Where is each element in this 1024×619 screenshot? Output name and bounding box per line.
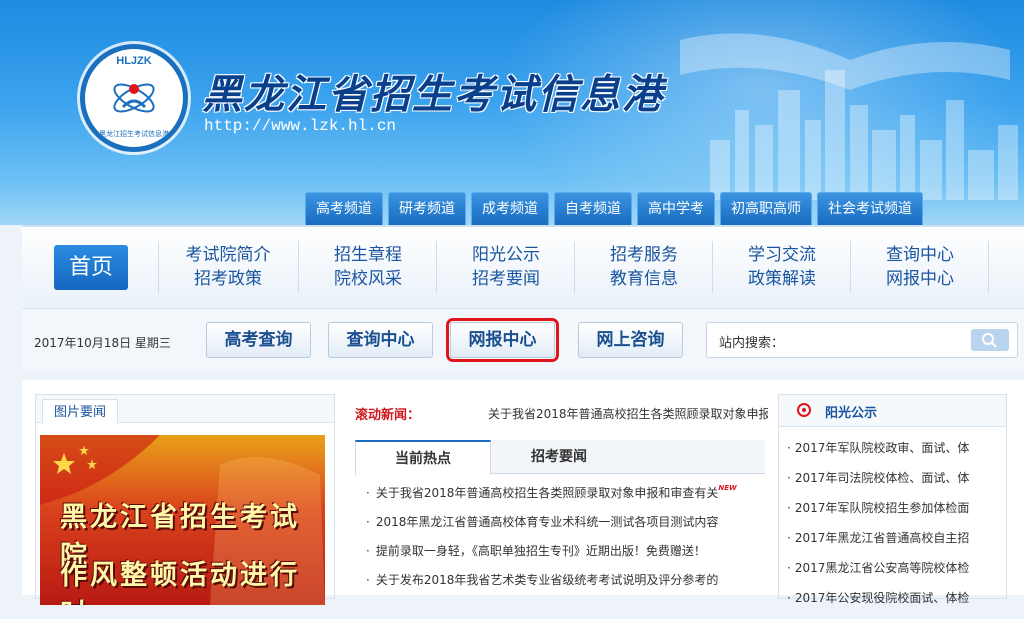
new-badge: NEW bbox=[718, 484, 737, 492]
tab-admission-news[interactable]: 招考要闻 bbox=[491, 440, 627, 474]
news-title[interactable]: 关于发布2018年我省艺术类专业省级统考考试说明及评分参考的 bbox=[376, 573, 719, 587]
main-nav: 首页 考试院简介 招考政策 招生章程 院校风采 阳光公示 招考要闻 招考服务 教… bbox=[22, 225, 1024, 307]
news-title[interactable]: 2018年黑龙江省普通高校体育专业术科统一测试各项目测试内容 bbox=[376, 515, 719, 529]
news-panel: 滚动新闻： 关于我省2018年普通高校招生各类照顾录取对象申报 当前热点 招考要… bbox=[352, 394, 772, 599]
scroll-news-label: 滚动新闻： bbox=[355, 408, 421, 423]
site-logo[interactable]: HLJZK 黑龙江招生考试信息港 bbox=[80, 44, 188, 152]
online-consult-button[interactable]: 网上咨询 bbox=[578, 322, 683, 358]
list-item[interactable]: 2017年司法院校体检、面试、体 bbox=[787, 469, 1002, 499]
nav-link-education[interactable]: 教育信息 bbox=[584, 267, 704, 291]
search-button[interactable] bbox=[971, 329, 1009, 351]
nav-link-news[interactable]: 招考要闻 bbox=[446, 267, 566, 291]
nav-divider bbox=[436, 241, 437, 293]
list-item[interactable]: 关于发布2018年我省艺术类专业省级统考考试说明及评分参考的 bbox=[366, 571, 766, 600]
site-title: 黑龙江省招生考试信息港 bbox=[202, 71, 664, 118]
main-content: 图片要闻 黑龙江省招生考试院 作风整顿活动进行时 滚动新闻： 关于我省2018年… bbox=[22, 380, 1024, 605]
photo-news-panel: 图片要闻 黑龙江省招生考试院 作风整顿活动进行时 bbox=[35, 394, 335, 605]
scroll-news-text[interactable]: 关于我省2018年普通高校招生各类照顾录取对象申报 bbox=[488, 405, 768, 422]
nav-group-5: 学习交流 政策解读 bbox=[722, 243, 842, 291]
nav-group-6: 查询中心 网报中心 bbox=[860, 243, 980, 291]
channel-tab-xuekao[interactable]: 高中学考 bbox=[637, 192, 715, 225]
current-date: 2017年10月18日 星期三 bbox=[34, 336, 171, 350]
hot-news-list: 关于我省2018年普通高校招生各类照顾录取对象申报和审查有关NEW 2018年黑… bbox=[366, 484, 766, 600]
logo-abbrev: HLJZK bbox=[116, 55, 152, 67]
search-input[interactable] bbox=[791, 328, 961, 352]
nav-link-intro[interactable]: 考试院简介 bbox=[168, 243, 288, 267]
list-item[interactable]: 2017年公安现役院校面试、体检 bbox=[787, 589, 1002, 619]
query-center-button[interactable]: 查询中心 bbox=[328, 322, 433, 358]
nav-divider bbox=[850, 241, 851, 293]
nav-link-schools[interactable]: 院校风采 bbox=[308, 267, 428, 291]
nav-divider bbox=[988, 241, 989, 293]
nav-link-interpret[interactable]: 政策解读 bbox=[722, 267, 842, 291]
nav-link-query[interactable]: 查询中心 bbox=[860, 243, 980, 267]
nav-link-policy[interactable]: 招考政策 bbox=[168, 267, 288, 291]
nav-link-register[interactable]: 网报中心 bbox=[860, 267, 980, 291]
panel-title[interactable]: 阳光公示 bbox=[825, 402, 877, 421]
poster-line-2: 作风整顿活动进行时 bbox=[60, 560, 300, 605]
channel-tab-zikao[interactable]: 自考频道 bbox=[554, 192, 632, 225]
nav-group-4: 招考服务 教育信息 bbox=[584, 243, 704, 291]
channel-tabs: 高考频道 研考频道 成考频道 自考频道 高中学考 初高职高师 社会考试频道 bbox=[305, 192, 923, 225]
news-tabs: 当前热点 招考要闻 bbox=[355, 440, 765, 475]
logo-emblem-icon bbox=[113, 83, 155, 113]
nav-link-charter[interactable]: 招生章程 bbox=[308, 243, 428, 267]
nav-link-exchange[interactable]: 学习交流 bbox=[722, 243, 842, 267]
nav-divider bbox=[158, 241, 159, 293]
nav-link-sunshine[interactable]: 阳光公示 bbox=[446, 243, 566, 267]
channel-tab-gaozhi[interactable]: 初高职高师 bbox=[720, 192, 812, 225]
list-item[interactable]: 2017黑龙江省公安高等院校体检 bbox=[787, 559, 1002, 589]
sunshine-list: 2017年军队院校政审、面试、体 2017年司法院校体检、面试、体 2017年军… bbox=[787, 439, 1002, 619]
online-register-button[interactable]: 网报中心 bbox=[446, 318, 559, 362]
channel-tab-chengkao[interactable]: 成考频道 bbox=[471, 192, 549, 225]
panel-header: 阳光公示 bbox=[779, 395, 1006, 427]
tab-hot-topics[interactable]: 当前热点 bbox=[355, 440, 491, 475]
site-url[interactable]: http://www.lzk.hl.cn bbox=[204, 117, 396, 135]
nav-divider bbox=[712, 241, 713, 293]
nav-group-1: 考试院简介 招考政策 bbox=[168, 243, 288, 291]
list-item[interactable]: 关于我省2018年普通高校招生各类照顾录取对象申报和审查有关NEW bbox=[366, 484, 766, 513]
channel-tab-social[interactable]: 社会考试频道 bbox=[817, 192, 923, 225]
nav-group-3: 阳光公示 招考要闻 bbox=[446, 243, 566, 291]
news-title[interactable]: 关于我省2018年普通高校招生各类照顾录取对象申报和审查有关 bbox=[376, 486, 719, 500]
target-icon bbox=[797, 403, 811, 417]
nav-divider bbox=[574, 241, 575, 293]
site-search: 站内搜索： bbox=[706, 322, 1018, 358]
home-button[interactable]: 首页 bbox=[54, 245, 128, 290]
tab-photo-news[interactable]: 图片要闻 bbox=[42, 399, 118, 424]
gaokao-query-button[interactable]: 高考查询 bbox=[206, 322, 311, 358]
logo-caption: 黑龙江招生考试信息港 bbox=[99, 130, 169, 138]
sunshine-panel: 阳光公示 2017年军队院校政审、面试、体 2017年司法院校体检、面试、体 2… bbox=[778, 394, 1007, 605]
header-banner: HLJZK 黑龙江招生考试信息港 黑龙江省招生考试信息港 http://www.… bbox=[0, 0, 1024, 225]
list-item[interactable]: 提前录取一身轻，《高职单独招生专刊》近期出版！免费赠送！ bbox=[366, 542, 766, 571]
panel-header: 图片要闻 bbox=[36, 395, 334, 424]
news-photo[interactable]: 黑龙江省招生考试院 作风整顿活动进行时 bbox=[40, 435, 325, 605]
list-item[interactable]: 2017年军队院校招生参加体检面 bbox=[787, 499, 1002, 529]
search-label: 站内搜索： bbox=[719, 336, 785, 351]
quick-bar: 2017年10月18日 星期三 高考查询 查询中心 网报中心 网上咨询 站内搜索… bbox=[22, 308, 1024, 370]
channel-tab-gaokao[interactable]: 高考频道 bbox=[305, 192, 383, 225]
channel-tab-yankao[interactable]: 研考频道 bbox=[388, 192, 466, 225]
search-icon bbox=[982, 333, 997, 348]
list-item[interactable]: 2018年黑龙江省普通高校体育专业术科统一测试各项目测试内容 bbox=[366, 513, 766, 542]
list-item[interactable]: 2017年黑龙江省普通高校自主招 bbox=[787, 529, 1002, 559]
nav-group-2: 招生章程 院校风采 bbox=[308, 243, 428, 291]
news-title[interactable]: 提前录取一身轻，《高职单独招生专刊》近期出版！免费赠送！ bbox=[376, 544, 706, 558]
list-item[interactable]: 2017年军队院校政审、面试、体 bbox=[787, 439, 1002, 469]
nav-divider bbox=[298, 241, 299, 293]
nav-link-service[interactable]: 招考服务 bbox=[584, 243, 704, 267]
